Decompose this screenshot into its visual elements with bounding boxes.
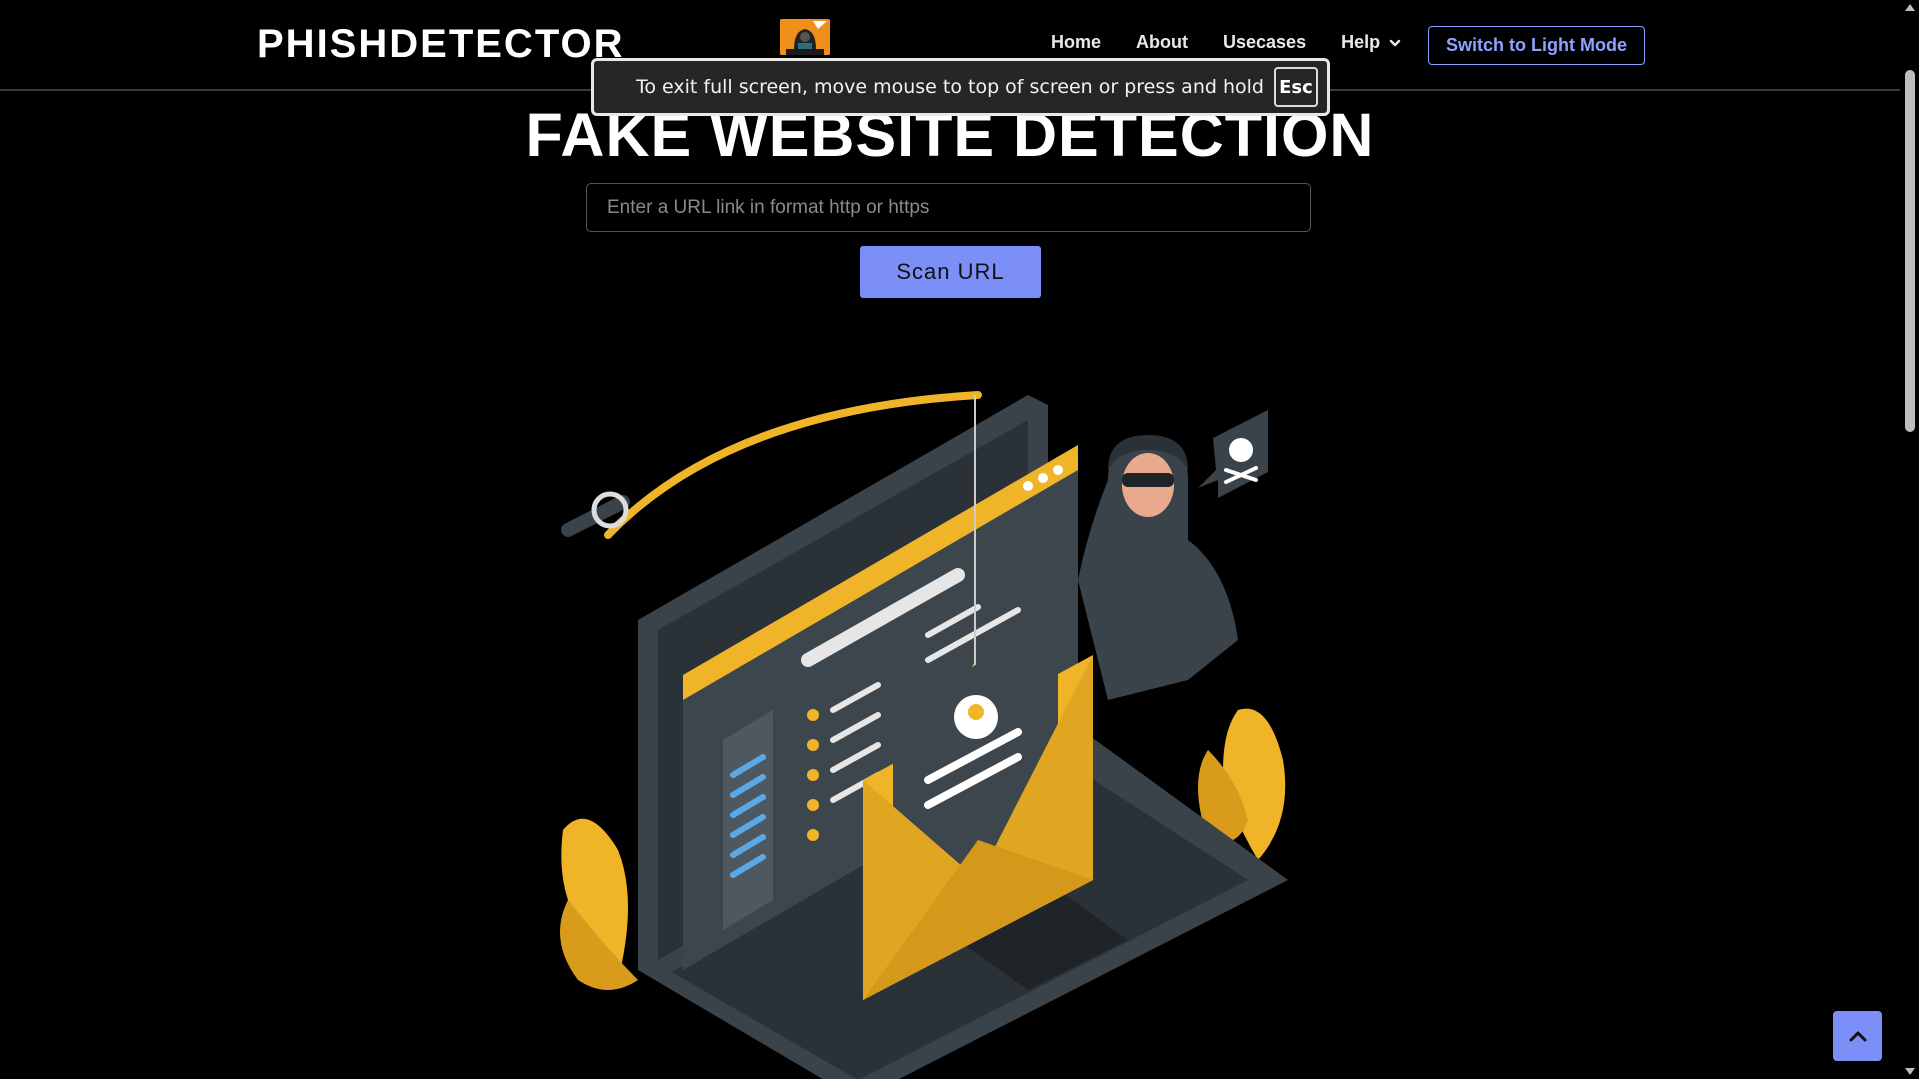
nav-usecases[interactable]: Usecases xyxy=(1223,32,1306,53)
brand-title[interactable]: PHISHDETECTOR xyxy=(257,22,625,67)
esc-key-badge: Esc xyxy=(1273,67,1318,107)
nav-help-dropdown[interactable]: Help xyxy=(1341,32,1402,53)
nav-home[interactable]: Home xyxy=(1051,32,1101,53)
scan-url-button[interactable]: Scan URL xyxy=(860,246,1041,298)
nav-links: Home About Usecases Help xyxy=(1051,32,1437,53)
fullscreen-notice-text: To exit full screen, move mouse to top o… xyxy=(636,76,1264,98)
phishing-illustration xyxy=(560,391,1288,1079)
nav-about[interactable]: About xyxy=(1136,32,1188,53)
scroll-down-arrow-icon[interactable] xyxy=(1905,1068,1915,1075)
nav-help-label: Help xyxy=(1341,32,1381,52)
theme-toggle-button[interactable]: Switch to Light Mode xyxy=(1428,26,1645,65)
scroll-up-arrow-icon[interactable] xyxy=(1905,4,1915,11)
back-to-top-button[interactable] xyxy=(1833,1011,1882,1061)
chevron-down-icon xyxy=(1389,39,1401,46)
fullscreen-notice: To exit full screen, move mouse to top o… xyxy=(591,58,1330,116)
chevron-up-icon xyxy=(1849,1031,1866,1042)
scroll-thumb[interactable] xyxy=(1905,70,1915,432)
url-input[interactable] xyxy=(586,183,1311,232)
page-scrollbar[interactable] xyxy=(1900,0,1919,1079)
hacker-logo-icon[interactable] xyxy=(780,19,830,55)
